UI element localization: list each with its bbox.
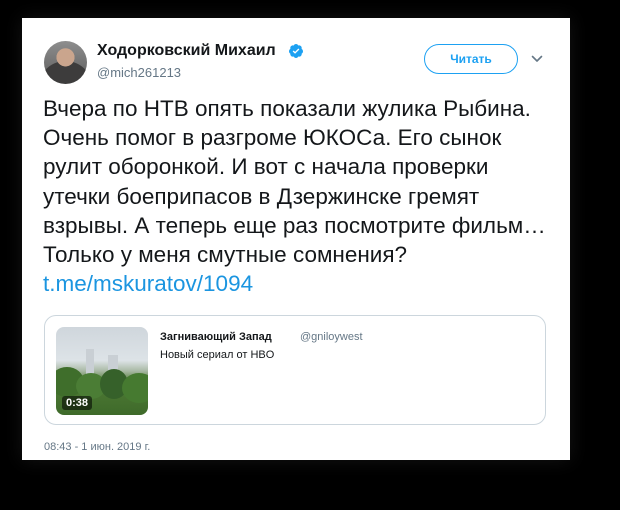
tweet-body: Вчера по НТВ опять показали жулика Рыбин… <box>43 96 546 268</box>
quoted-tweet-text: Новый сериал от HBO <box>160 349 275 361</box>
quoted-tweet[interactable]: 0:38 Загнивающий Запад @gniloywest Новый… <box>44 315 546 425</box>
author-handle[interactable]: @mich261213 <box>97 65 181 80</box>
avatar[interactable] <box>44 41 87 84</box>
tweet-link[interactable]: t.me/mskuratov/1094 <box>43 271 253 296</box>
tweet-card: Ходорковский Михаил @mich261213 Читать В… <box>22 18 570 460</box>
chevron-down-icon[interactable] <box>530 52 544 66</box>
tweet-text: Вчера по НТВ опять показали жулика Рыбин… <box>43 94 558 298</box>
quoted-author-handle: @gniloywest <box>300 331 363 343</box>
video-thumbnail[interactable]: 0:38 <box>56 327 148 415</box>
author-name[interactable]: Ходорковский Михаил <box>97 42 276 60</box>
follow-button[interactable]: Читать <box>424 44 518 74</box>
video-duration: 0:38 <box>62 396 93 410</box>
thumbnail-tree <box>122 373 148 403</box>
tweet-timestamp[interactable]: 08:43 - 1 июн. 2019 г. <box>44 441 150 453</box>
quoted-author-name: Загнивающий Запад <box>160 331 272 343</box>
thumbnail-building <box>86 349 94 375</box>
verified-badge-icon <box>289 44 303 58</box>
